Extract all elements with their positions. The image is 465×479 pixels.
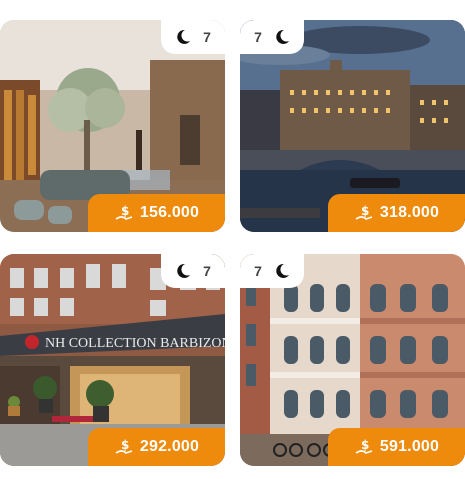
price-value: 591.000 — [379, 438, 440, 455]
hotel-sign-text: NH COLLECTION BARBIZON PA — [45, 336, 225, 351]
currency-hand-icon: $ — [355, 204, 373, 220]
nights-badge: 7 — [161, 254, 225, 288]
top-strip — [0, 0, 465, 20]
nights-badge: 7 — [240, 20, 304, 54]
moon-icon — [276, 29, 289, 44]
nights-count: 7 — [203, 29, 211, 45]
nights-badge: 7 — [240, 254, 304, 288]
currency-hand-icon: $ — [115, 204, 133, 220]
price-button[interactable]: $ 318.000 — [328, 194, 465, 232]
price-value: 292.000 — [139, 438, 200, 455]
nights-count: 7 — [254, 263, 262, 279]
price-button[interactable]: $ 591.000 — [328, 428, 465, 466]
moon-icon — [177, 29, 191, 44]
nights-count: 7 — [254, 29, 262, 45]
nights-count: 7 — [203, 263, 211, 279]
offer-card-lobby[interactable]: 7 $ 156.000 — [0, 20, 225, 232]
price-value: 318.000 — [379, 204, 440, 221]
svg-text:$: $ — [361, 438, 370, 452]
price-button[interactable]: $ 156.000 — [88, 194, 225, 232]
price-button[interactable]: $ 292.000 — [88, 428, 225, 466]
svg-text:$: $ — [121, 438, 130, 452]
offer-card-canal[interactable]: 7 $ 318.000 — [240, 20, 465, 232]
offer-card-townhouses[interactable]: 7 $ 591.000 — [240, 254, 465, 466]
currency-hand-icon: $ — [115, 438, 133, 454]
nights-badge: 7 — [161, 20, 225, 54]
svg-text:$: $ — [361, 204, 370, 218]
currency-hand-icon: $ — [355, 438, 373, 454]
svg-text:$: $ — [121, 204, 130, 218]
moon-icon — [177, 263, 191, 278]
price-value: 156.000 — [139, 204, 200, 221]
moon-icon — [276, 263, 289, 278]
offer-card-nh-collection[interactable]: NH COLLECTION BARBIZON PA 7 $ 292.000 — [0, 254, 225, 466]
